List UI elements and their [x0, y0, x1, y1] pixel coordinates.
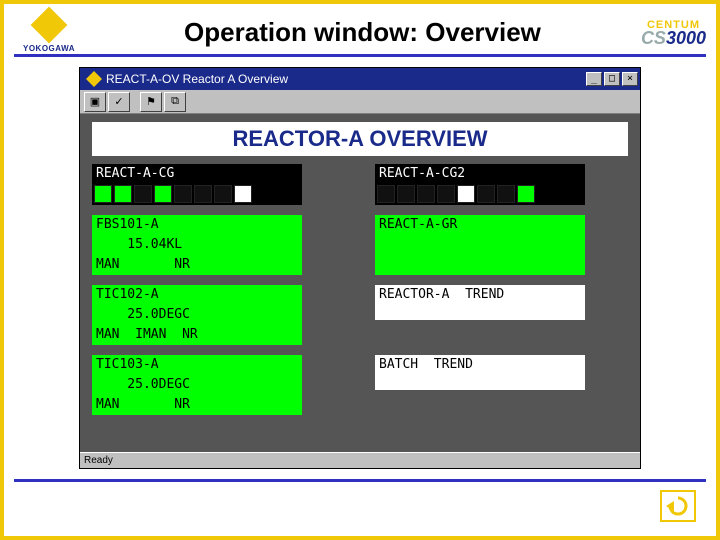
status-square — [154, 185, 172, 203]
brand-right-cs: CS — [641, 31, 666, 45]
status-row — [375, 183, 585, 205]
tile-value: 15.04KL — [92, 235, 302, 255]
content-area: REACTOR-A OVERVIEW REACT-A-CG REACT- — [80, 114, 640, 452]
status-square — [477, 185, 495, 203]
tile-mode: MAN IMAN NR — [92, 325, 302, 345]
tile-react-a-gr[interactable]: REACT-A-GR — [375, 215, 585, 275]
app-window: REACT-A-OV Reactor A Overview _ □ × ▣ ✓ … — [79, 67, 641, 469]
status-row — [92, 183, 302, 205]
toolbar-btn-2[interactable]: ✓ — [108, 92, 130, 112]
status-square — [437, 185, 455, 203]
tile-value — [375, 305, 585, 320]
status-square — [134, 185, 152, 203]
tile-header: REACT-A-CG — [92, 164, 302, 183]
tile-tag: FBS101-A — [92, 215, 302, 235]
footer-rule — [14, 479, 706, 482]
status-square — [457, 185, 475, 203]
status-square — [234, 185, 252, 203]
tile-tag: BATCH TREND — [375, 355, 585, 375]
return-arrow-icon — [666, 495, 690, 517]
brand-left-logo: YOKOGAWA — [14, 12, 84, 53]
status-square — [517, 185, 535, 203]
titlebar: REACT-A-OV Reactor A Overview _ □ × — [80, 68, 640, 90]
status-square — [94, 185, 112, 203]
tile-value: 25.0DEGC — [92, 305, 302, 325]
tile-mode: MAN NR — [92, 255, 302, 275]
close-button[interactable]: × — [622, 72, 638, 86]
app-diamond-icon — [86, 71, 102, 87]
minimize-button[interactable]: _ — [586, 72, 602, 86]
status-square — [377, 185, 395, 203]
brand-right-logo: CENTUM CS 3000 — [641, 19, 706, 45]
toolbar: ▣ ✓ ⚑ ⧉ — [80, 90, 640, 114]
tile-tic102-a[interactable]: TIC102-A 25.0DEGC MAN IMAN NR — [92, 285, 302, 345]
tile-value — [375, 235, 585, 255]
diamond-icon — [31, 6, 68, 43]
tile-value: 25.0DEGC — [92, 375, 302, 395]
tile-tag: REACTOR-A TREND — [375, 285, 585, 305]
toolbar-btn-4[interactable]: ⧉ — [164, 92, 186, 112]
tile-reactor-a-trend[interactable]: REACTOR-A TREND — [375, 285, 585, 345]
status-square — [214, 185, 232, 203]
toolbar-btn-3[interactable]: ⚑ — [140, 92, 162, 112]
status-square — [194, 185, 212, 203]
page-title: REACTOR-A OVERVIEW — [92, 122, 628, 156]
tile-tag: REACT-A-GR — [375, 215, 585, 235]
status-square — [174, 185, 192, 203]
tile-fbs101-a[interactable]: FBS101-A 15.04KL MAN NR — [92, 215, 302, 275]
toolbar-btn-1[interactable]: ▣ — [84, 92, 106, 112]
tile-tag: TIC102-A — [92, 285, 302, 305]
status-square — [497, 185, 515, 203]
tile-batch-trend[interactable]: BATCH TREND — [375, 355, 585, 415]
tile-react-a-cg[interactable]: REACT-A-CG — [92, 164, 302, 205]
tile-header: REACT-A-CG2 — [375, 164, 585, 183]
status-square — [114, 185, 132, 203]
tile-tic103-a[interactable]: TIC103-A 25.0DEGC MAN NR — [92, 355, 302, 415]
statusbar: Ready — [80, 452, 640, 468]
tile-mode — [375, 255, 585, 275]
maximize-button[interactable]: □ — [604, 72, 620, 86]
return-button[interactable] — [660, 490, 696, 522]
tile-mode: MAN NR — [92, 395, 302, 415]
header-rule — [14, 54, 706, 57]
tile-tag: TIC103-A — [92, 355, 302, 375]
window-title: REACT-A-OV Reactor A Overview — [106, 72, 586, 86]
tile-value — [375, 375, 585, 390]
status-square — [417, 185, 435, 203]
status-square — [397, 185, 415, 203]
tile-react-a-cg2[interactable]: REACT-A-CG2 — [375, 164, 585, 205]
brand-right-num: 3000 — [666, 31, 706, 45]
slide-title: Operation window: Overview — [84, 17, 641, 48]
brand-left-text: YOKOGAWA — [23, 44, 75, 53]
